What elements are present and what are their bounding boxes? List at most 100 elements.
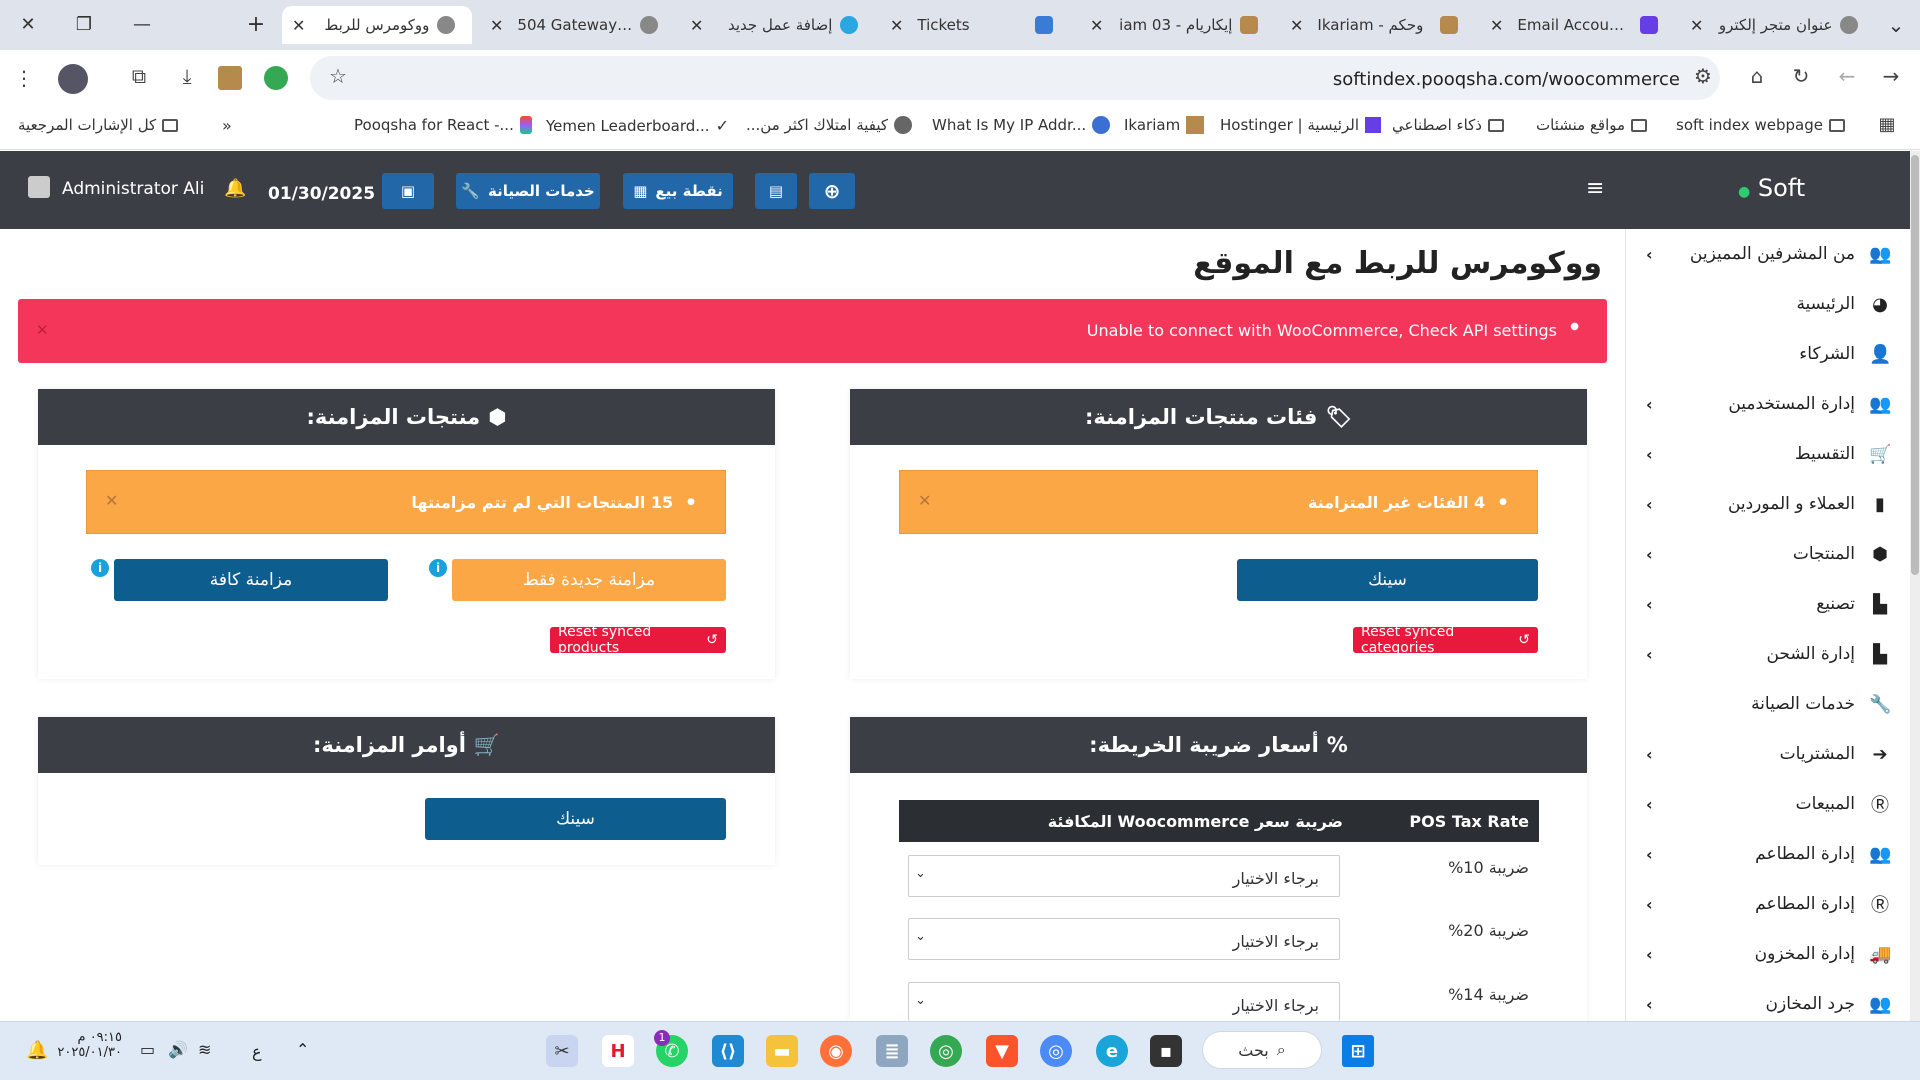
restore-window-icon[interactable]: ❐: [66, 10, 102, 40]
h-app-icon[interactable]: H: [602, 1035, 634, 1067]
file-explorer-icon[interactable]: ▬: [766, 1035, 798, 1067]
firefox-icon[interactable]: ◉: [820, 1035, 852, 1067]
home-icon[interactable]: ⌂: [1744, 64, 1770, 88]
close-tab-icon[interactable]: ✕: [690, 16, 703, 35]
windows-start-icon[interactable]: ⊞: [1342, 1035, 1374, 1067]
tab-ikariam-03[interactable]: ✕ إيكاريام - iam 03: [1080, 6, 1270, 44]
close-warning-icon[interactable]: ✕: [918, 491, 931, 510]
reset-products-button[interactable]: Reset synced products ↺: [550, 624, 726, 656]
brave-icon[interactable]: ▼: [986, 1035, 1018, 1067]
bookmark-all[interactable]: كل الإشارات المرجعية: [18, 116, 179, 134]
tray-clock[interactable]: ٠٩:١٥ م ٢٠٢٥/٠١/٣٠: [52, 1030, 122, 1060]
tax-select[interactable]: برجاء الاختيار ⌄: [908, 982, 1340, 1021]
tab-ikariam[interactable]: ✕ Ikariam - وحكم: [1280, 6, 1470, 44]
brand-logo[interactable]: ● Soft: [1738, 174, 1805, 202]
close-tab-icon[interactable]: ✕: [1690, 16, 1703, 35]
sidebar-item-customers-suppliers[interactable]: ‹ العملاء و الموردين ▮: [1626, 479, 1911, 529]
user-avatar[interactable]: [28, 176, 50, 198]
close-tab-icon[interactable]: ✕: [1290, 16, 1303, 35]
sidebar-item-partners[interactable]: الشركاء 👤: [1626, 329, 1911, 379]
tray-overflow-icon[interactable]: ⌃: [296, 1040, 309, 1059]
sidebar-item-shipping[interactable]: ‹ إدارة الشحن ▙: [1626, 629, 1911, 679]
sync-orders-button[interactable]: سينك: [425, 798, 726, 840]
minimize-window-icon[interactable]: —: [124, 10, 160, 40]
cash-register-button[interactable]: ▣: [382, 173, 434, 209]
bookmark-soft-index[interactable]: soft index webpage: [1676, 116, 1845, 134]
tab-store-title[interactable]: ✕ عنوان متجر إلكترو: [1680, 6, 1880, 44]
tab-tickets[interactable]: ✕ Tickets: [880, 6, 1070, 44]
calculator-button[interactable]: ▤: [755, 173, 797, 209]
forward-icon[interactable]: →: [1878, 64, 1904, 88]
pos-button[interactable]: نقطة بيع ▦: [623, 173, 733, 209]
reset-categories-button[interactable]: Reset synced categories ↺: [1353, 624, 1538, 656]
tab-add-work[interactable]: ✕ إضافة عمل جديد: [680, 6, 870, 44]
sidebar-item-inventory[interactable]: ‹ إدارة المخزون 🚚: [1626, 929, 1911, 979]
bookmark-how-to[interactable]: كيفية امتلاك اكثر من...: [746, 116, 913, 134]
info-icon[interactable]: i: [91, 559, 109, 577]
reload-icon[interactable]: ↻: [1788, 64, 1814, 88]
scrollbar-thumb[interactable]: [1911, 155, 1919, 575]
tab-woocommerce[interactable]: ✕ ووكومرس للربط: [282, 6, 472, 44]
edge-icon[interactable]: e: [1096, 1035, 1128, 1067]
sidebar-item-maintenance[interactable]: خدمات الصيانة 🔧: [1626, 679, 1911, 729]
site-settings-icon[interactable]: ⚙: [1690, 64, 1716, 88]
bookmark-what-is-my-ip[interactable]: What Is My IP Addr...: [932, 116, 1111, 134]
close-tab-icon[interactable]: ✕: [292, 16, 305, 35]
close-window-icon[interactable]: ✕: [10, 10, 46, 40]
wifi-icon[interactable]: ≋: [198, 1040, 211, 1059]
bookmark-yemen-leaderboard[interactable]: Yemen Leaderboard... ✓: [546, 116, 729, 135]
bookmark-establishments[interactable]: مواقع منشئات: [1536, 116, 1648, 134]
chrome-icon[interactable]: ◎: [930, 1035, 962, 1067]
close-tab-icon[interactable]: ✕: [1090, 16, 1103, 35]
snipping-tool-icon[interactable]: ✂: [546, 1035, 578, 1067]
sidebar-item-sales[interactable]: ‹ المبيعات Ⓡ: [1626, 779, 1911, 829]
bookmark-ikariam[interactable]: Ikariam: [1124, 116, 1205, 134]
tax-select[interactable]: برجاء الاختيار ⌄: [908, 855, 1340, 897]
sidebar-item-products[interactable]: ‹ المنتجات ⬢: [1626, 529, 1911, 579]
close-tab-icon[interactable]: ✕: [1490, 16, 1503, 35]
ikariam-extension-icon[interactable]: [218, 66, 242, 90]
sidebar-item-user-management[interactable]: ‹ إدارة المستخدمين 👥: [1626, 379, 1911, 429]
download-icon[interactable]: ⤓: [174, 64, 200, 88]
menu-kebab-icon[interactable]: ⋮: [14, 66, 34, 90]
close-warning-icon[interactable]: ✕: [105, 491, 118, 510]
bookmark-ai[interactable]: ذكاء اصطناعي: [1392, 116, 1504, 134]
sidebar-item-restaurants-2[interactable]: ‹ إدارة المطاعم Ⓡ: [1626, 879, 1911, 929]
taskbar-search[interactable]: بحث ⌕: [1202, 1031, 1322, 1069]
close-tab-icon[interactable]: ✕: [490, 16, 503, 35]
new-tab-icon[interactable]: +: [238, 10, 274, 40]
notepad-icon[interactable]: ≣: [876, 1035, 908, 1067]
bookmark-hostinger[interactable]: Hostinger | الرئيسية: [1220, 116, 1382, 134]
language-indicator[interactable]: ع: [252, 1042, 262, 1061]
sync-new-only-button[interactable]: مزامنة جديدة فقط: [452, 559, 726, 601]
sidebar-item-featured-admins[interactable]: ‹ من المشرفين المميزين 👥: [1626, 229, 1911, 279]
user-name[interactable]: Administrator Ali: [62, 179, 204, 199]
grammar-extension-icon[interactable]: [264, 66, 288, 90]
bookmarks-overflow-icon[interactable]: »: [222, 116, 232, 135]
hamburger-menu-icon[interactable]: ≡: [1586, 176, 1604, 201]
terminal-icon[interactable]: ▪: [1150, 1035, 1182, 1067]
notification-bell-icon[interactable]: 🔔: [26, 1040, 48, 1061]
profile-avatar-icon[interactable]: [58, 64, 88, 94]
sidebar-item-installments[interactable]: ‹ التقسيط 🛒: [1626, 429, 1911, 479]
sync-all-button[interactable]: مزامنة كافة: [114, 559, 388, 601]
extensions-icon[interactable]: ⧉: [126, 64, 152, 88]
sidebar-item-restaurants[interactable]: ‹ إدارة المطاعم 👥: [1626, 829, 1911, 879]
vscode-icon[interactable]: ⟨⟩: [712, 1035, 744, 1067]
apps-grid-icon[interactable]: ▦: [1874, 114, 1900, 135]
sidebar-item-manufacturing[interactable]: ‹ تصنيع ▙: [1626, 579, 1911, 629]
sync-categories-button[interactable]: سينك: [1237, 559, 1538, 601]
tab-search-icon[interactable]: ⌄: [1878, 10, 1914, 40]
url-text[interactable]: softindex.pooqsha.com/woocommerce: [1333, 69, 1680, 90]
bookmark-star-icon[interactable]: ☆: [324, 64, 352, 88]
tab-gateway[interactable]: ✕ 504 Gateway Tim: [480, 6, 670, 44]
chrome-alt-icon[interactable]: ◎: [1040, 1035, 1072, 1067]
bell-icon[interactable]: 🔔: [224, 178, 246, 199]
battery-icon[interactable]: ▭: [140, 1040, 155, 1059]
back-icon[interactable]: ←: [1834, 64, 1860, 88]
sidebar-item-home[interactable]: الرئيسية ◕: [1626, 279, 1911, 329]
close-alert-icon[interactable]: ✕: [36, 321, 49, 339]
tab-email-accounts[interactable]: ✕ Email Accounts |: [1480, 6, 1670, 44]
volume-icon[interactable]: 🔊: [168, 1040, 188, 1059]
add-button[interactable]: ⊕: [809, 173, 855, 209]
